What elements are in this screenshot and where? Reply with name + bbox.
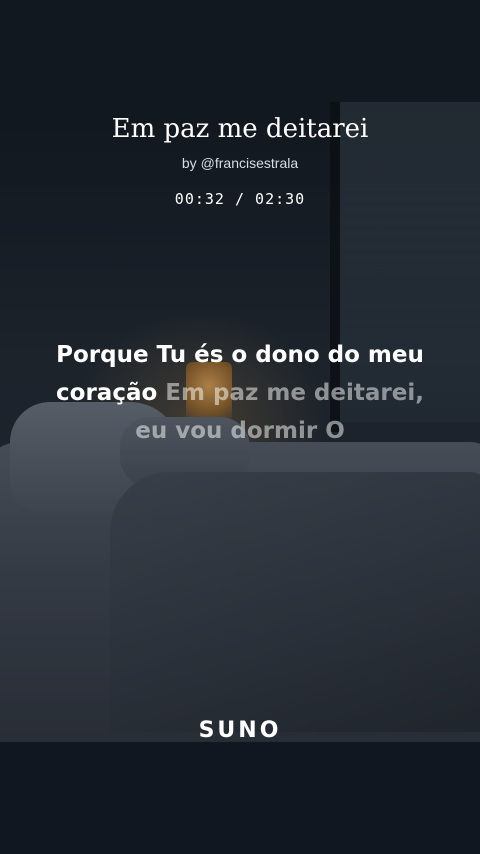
lyrics-display: Porque Tu és o dono do meu coração Em pa… [40,336,440,450]
artist-handle: @francisestrala [200,155,299,171]
suno-logo: SUNO [198,718,282,743]
song-title: Em paz me deitarei [111,114,369,144]
bottom-band [0,742,480,854]
byline-prefix: by [181,155,197,171]
top-band [0,0,480,102]
artist-byline: by @francisestrala [0,155,480,171]
lyric-upcoming-line: Em paz me deitarei, eu vou dormir O [135,380,424,444]
playback-time: 00:32 / 02:30 [174,190,306,208]
